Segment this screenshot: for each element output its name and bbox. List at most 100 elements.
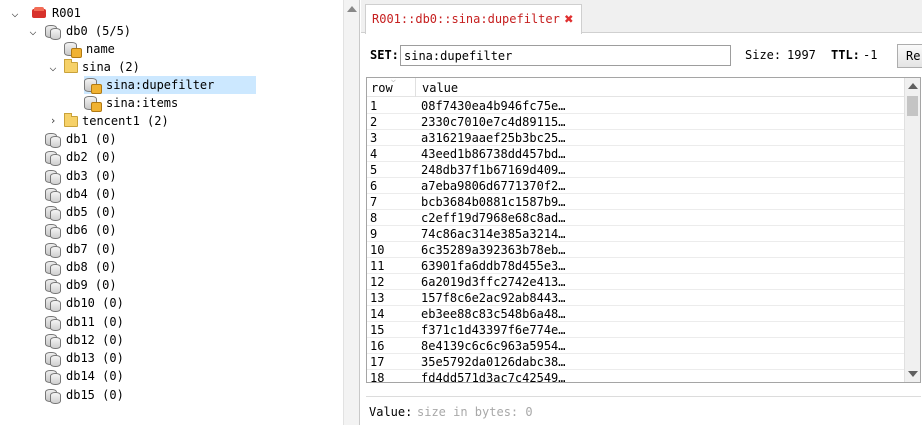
row-number-cell: 15	[370, 323, 385, 337]
table-row[interactable]: 8 c2eff19d7968e68c8ad…	[367, 210, 904, 226]
scroll-up-arrow-icon[interactable]	[347, 6, 357, 12]
db-label: db8 (0)	[66, 259, 117, 274]
row-number-cell: 14	[370, 307, 385, 321]
value-cell: c2eff19d7968e68c8ad…	[421, 211, 566, 225]
value-cell: fd4dd571d3ac7c42549…	[421, 371, 566, 383]
tab-key-view[interactable]: R001::db0::sina:dupefilter ✖	[365, 4, 582, 34]
tree-node-db[interactable]: db14 (0)	[44, 367, 244, 386]
tree-node-db[interactable]: db5 (0)	[44, 203, 244, 221]
tree-node-db[interactable]: db13 (0)	[44, 349, 244, 367]
table-row[interactable]: 4 43eed1b86738dd457bd…	[367, 146, 904, 162]
db-label: db14 (0)	[66, 369, 124, 384]
db-label: db13 (0)	[66, 351, 124, 365]
table-row[interactable]: 3 a316219aaef25b3bc25…	[367, 130, 904, 146]
tree-scrollbar[interactable]	[343, 0, 359, 425]
table-row[interactable]: 14 eb3ee88c83c548b6a48…	[367, 306, 904, 322]
database-icon	[44, 352, 61, 367]
db-label: db6 (0)	[66, 223, 117, 238]
table-row[interactable]: 16 8e4139c6c6c963a5954…	[367, 338, 904, 354]
table-header: ⌵ row value	[367, 78, 904, 97]
value-cell: 2330c7010e7c4d89115…	[421, 115, 566, 129]
table-row[interactable]: 1 08f7430ea4b946fc75e…	[367, 98, 904, 114]
table-scrollbar[interactable]	[904, 78, 920, 382]
ttl-value: -1	[863, 48, 878, 62]
db-label: db2 (0)	[66, 150, 117, 165]
table-row[interactable]: 12 6a2019d3ffc2742e413…	[367, 274, 904, 290]
tree-node-server[interactable]: ⌵ R001	[8, 4, 208, 22]
tree-node-db[interactable]: db6 (0)	[44, 221, 244, 240]
tree-key-sina-dupefilter[interactable]: sina:dupefilter	[84, 76, 256, 94]
tree-node-db[interactable]: db9 (0)	[44, 276, 244, 294]
database-icon	[44, 206, 61, 221]
row-number-cell: 17	[370, 355, 385, 369]
scroll-thumb[interactable]	[907, 96, 918, 116]
close-icon[interactable]: ✖	[562, 5, 576, 33]
size-value: 1997	[787, 48, 816, 62]
key-info-bar: SET: Size: 1997 TTL: -1 Re	[361, 40, 922, 72]
tree-node-db[interactable]: db1 (0)	[44, 130, 244, 148]
table-row[interactable]: 17 35e5792da0126dabc38…	[367, 354, 904, 370]
tree-namespace-tencent1[interactable]: › tencent1 (2)	[46, 112, 246, 130]
value-cell: f371c1d43397f6e774e…	[421, 323, 566, 337]
tree-node-db0[interactable]: ⌵ db0 (5/5)	[26, 22, 226, 40]
row-number-cell: 12	[370, 275, 385, 289]
value-cell: 6c35289a392363b78eb…	[421, 243, 566, 257]
column-divider[interactable]	[415, 78, 416, 97]
tree-namespace-sina[interactable]: ⌵ sina (2)	[46, 58, 246, 76]
tree-key-sina-items[interactable]: sina:items	[84, 94, 284, 112]
tab-title: R001::db0::sina:dupefilter	[372, 12, 560, 26]
value-cell: eb3ee88c83c548b6a48…	[421, 307, 566, 321]
tree-node-db[interactable]: db4 (0)	[44, 185, 244, 203]
value-cell: 63901fa6ddb78d455e3…	[421, 259, 566, 273]
table-row[interactable]: 15 f371c1d43397f6e774e…	[367, 322, 904, 338]
scroll-up-arrow-icon[interactable]	[908, 83, 918, 89]
table-row[interactable]: 5 248db37f1b67169d409…	[367, 162, 904, 178]
collapse-chevron-icon[interactable]: ⌵	[46, 58, 60, 76]
server-name: R001	[52, 6, 81, 20]
db-label: db1 (0)	[66, 132, 117, 146]
tab-bar: R001::db0::sina:dupefilter ✖	[361, 0, 922, 34]
rename-button[interactable]: Re	[897, 44, 922, 68]
table-row[interactable]: 9 74c86ac314e385a3214…	[367, 226, 904, 242]
tree-node-db[interactable]: db3 (0)	[44, 167, 244, 185]
tree-key-name[interactable]: name	[64, 40, 264, 58]
value-cell: 43eed1b86738dd457bd…	[421, 147, 566, 161]
db-label: db7 (0)	[66, 241, 117, 256]
row-number-cell: 7	[370, 195, 378, 209]
collapse-chevron-icon[interactable]: ⌵	[26, 22, 40, 40]
database-icon	[44, 388, 61, 404]
table-row[interactable]: 13 157f8c6e2ac92ab8443…	[367, 290, 904, 306]
column-header-row[interactable]: row	[371, 81, 393, 95]
database-icon	[44, 169, 61, 185]
row-number-cell: 5	[370, 163, 378, 177]
table-row[interactable]: 11 63901fa6ddb78d455e3…	[367, 258, 904, 274]
size-label: Size:	[745, 48, 782, 62]
row-number-cell: 4	[370, 147, 378, 161]
database-icon	[44, 279, 61, 294]
tree-node-db[interactable]: db7 (0)	[44, 240, 244, 258]
tree-node-db[interactable]: db8 (0)	[44, 258, 244, 276]
value-cell: a7eba9806d6771370f2…	[421, 179, 566, 193]
column-header-value[interactable]: value	[422, 81, 458, 95]
collapse-chevron-icon[interactable]: ⌵	[8, 4, 22, 22]
tree-node-db[interactable]: db11 (0)	[44, 313, 244, 331]
database-icon	[44, 25, 61, 40]
expand-chevron-icon[interactable]: ›	[46, 112, 60, 130]
table-row[interactable]: 6 a7eba9806d6771370f2…	[367, 178, 904, 194]
tree-node-db[interactable]: db10 (0)	[44, 294, 244, 313]
tree-node-db[interactable]: db15 (0)	[44, 386, 244, 404]
key-icon	[84, 96, 102, 112]
key-label: sina:items	[106, 96, 179, 110]
table-row[interactable]: 2 2330c7010e7c4d89115…	[367, 114, 904, 130]
row-number-cell: 11	[370, 259, 385, 273]
table-row[interactable]: 10 6c35289a392363b78eb…	[367, 242, 904, 258]
table-row[interactable]: 18 fd4dd571d3ac7c42549…	[367, 370, 904, 383]
db-label: db12 (0)	[66, 332, 124, 347]
row-number-cell: 9	[370, 227, 378, 241]
key-label: sina:dupefilter	[106, 78, 215, 92]
tree-node-db[interactable]: db12 (0)	[44, 331, 244, 349]
key-name-input[interactable]	[400, 45, 731, 66]
scroll-down-arrow-icon[interactable]	[908, 371, 918, 377]
table-row[interactable]: 7 bcb3684b0881c1587b9…	[367, 194, 904, 210]
tree-node-db[interactable]: db2 (0)	[44, 148, 244, 167]
